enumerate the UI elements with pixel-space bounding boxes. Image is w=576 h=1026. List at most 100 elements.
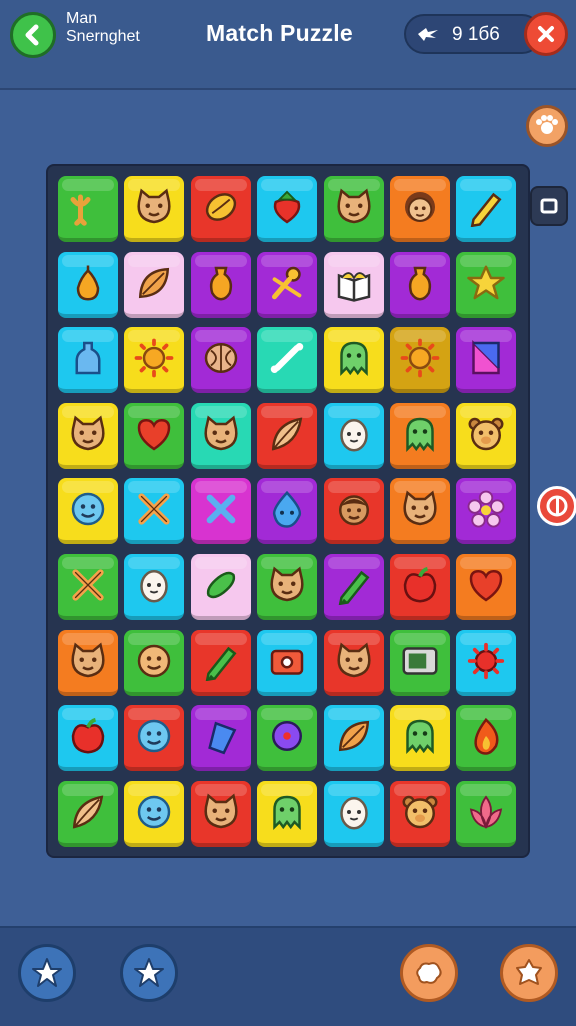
paw-button[interactable] <box>526 105 568 147</box>
star-button-2[interactable] <box>120 944 178 1002</box>
bear-face-icon <box>468 417 504 451</box>
tile-ghost-r3c5[interactable] <box>323 327 384 394</box>
tile-girl-face-r1c6[interactable] <box>390 176 450 242</box>
tile-egg-face-r9c5[interactable] <box>323 780 384 847</box>
boy-face-icon <box>338 495 369 526</box>
tile-ghost-r8c6[interactable] <box>390 705 450 772</box>
smile-face-icon <box>71 493 105 526</box>
tile-smile-face-r9c2[interactable] <box>124 780 185 847</box>
tile-cat-face-r4c3[interactable] <box>190 402 251 469</box>
bottle-icon <box>75 341 101 375</box>
tile-cat-face-r6c4[interactable] <box>257 554 318 620</box>
treat-button-2[interactable] <box>500 944 558 1002</box>
tile-trident-r1c1[interactable] <box>58 176 118 242</box>
tile-drop-face-r5c4[interactable] <box>257 478 318 545</box>
tile-apple-r6c6[interactable] <box>390 554 450 620</box>
tile-heart-r4c2[interactable] <box>124 402 185 469</box>
flame-icon <box>474 718 499 755</box>
tile-cross-r6c1[interactable] <box>58 554 118 620</box>
tile-lotus-r9c7[interactable] <box>456 780 517 847</box>
tile-apple-r8c1[interactable] <box>58 705 118 772</box>
tile-ruler-r3c7[interactable] <box>456 327 517 394</box>
tile-walnut-r3c3[interactable] <box>190 327 251 394</box>
tile-bone-cross-r5c3[interactable] <box>190 478 251 545</box>
tile-leaf-r2c2[interactable] <box>124 251 185 318</box>
tile-egg-face-r4c5[interactable] <box>323 402 384 469</box>
tile-egg-face-r6c2[interactable] <box>124 554 185 620</box>
tile-feather-r9c1[interactable] <box>58 780 118 847</box>
tile-flower-r5c7[interactable] <box>456 478 517 545</box>
tile-camera-r7c4[interactable] <box>257 629 318 696</box>
ghost-icon <box>339 341 368 377</box>
tile-vase-r2c6[interactable] <box>390 251 450 318</box>
tile-ghost-r4c6[interactable] <box>390 402 450 469</box>
tile-cat-face-r9c3[interactable] <box>190 780 251 847</box>
pin-icon <box>272 266 302 299</box>
tile-pear-r2c1[interactable] <box>58 251 118 318</box>
tile-smile-face-r8c2[interactable] <box>124 705 185 772</box>
tile-bear-face-r9c6[interactable] <box>390 780 450 847</box>
ghost-icon <box>273 795 301 830</box>
tile-star-r2c7[interactable] <box>456 251 517 318</box>
puzzle-board <box>48 166 528 856</box>
tile-bear-face-r4c7[interactable] <box>456 402 517 469</box>
score-display: 9 1б6 <box>404 14 542 54</box>
tile-ghost-r9c4[interactable] <box>257 780 318 847</box>
close-button[interactable] <box>524 12 568 56</box>
tile-lemon-r1c3[interactable] <box>190 176 251 242</box>
tile-cat-face-r1c2[interactable] <box>124 176 185 242</box>
tile-crayon-r6c5[interactable] <box>323 554 384 620</box>
back-arrow-icon <box>25 24 39 46</box>
feather-icon <box>72 795 104 829</box>
tile-sun-r3c2[interactable] <box>124 327 185 394</box>
tile-strawberry-r1c4[interactable] <box>257 176 318 242</box>
tile-jar-r8c3[interactable] <box>190 705 251 772</box>
square-button[interactable] <box>530 186 568 226</box>
smile-face-icon <box>138 795 171 829</box>
tile-crayon-r7c3[interactable] <box>190 629 251 696</box>
star-icon <box>467 265 506 299</box>
tile-round-face-r7c2[interactable] <box>124 629 185 696</box>
tile-cat-face-r4c1[interactable] <box>58 402 118 469</box>
tile-orb-r8c4[interactable] <box>257 705 318 772</box>
close-icon <box>538 26 554 42</box>
ruler-icon <box>472 340 501 375</box>
camera-icon <box>270 649 304 675</box>
tile-heart-r6c7[interactable] <box>456 554 517 620</box>
tile-cat-face-r7c1[interactable] <box>58 629 118 696</box>
lemon-icon <box>205 193 236 221</box>
tile-cross-r5c2[interactable] <box>124 478 185 545</box>
cat-face-icon <box>403 490 437 526</box>
tile-pencil-r1c7[interactable] <box>456 176 517 242</box>
strawberry-icon <box>273 190 301 224</box>
tile-bone-r3c4[interactable] <box>257 327 318 394</box>
tile-cat-face-r7c5[interactable] <box>323 629 384 696</box>
back-button[interactable] <box>10 12 56 58</box>
tile-leaf-r8c5[interactable] <box>323 705 384 772</box>
tile-book-r2c5[interactable] <box>323 251 384 318</box>
tile-virus-r7c7[interactable] <box>456 629 517 696</box>
tile-boy-face-r5c5[interactable] <box>323 478 384 545</box>
tile-bottle-r3c1[interactable] <box>58 327 118 394</box>
tile-cat-face-r1c5[interactable] <box>323 176 384 242</box>
orb-icon <box>272 721 303 752</box>
walnut-icon <box>204 343 238 374</box>
tile-flame-r8c7[interactable] <box>456 705 517 772</box>
tile-sun-r3c6[interactable] <box>390 327 450 394</box>
vase-icon <box>408 266 432 301</box>
tile-tv-r7c6[interactable] <box>390 629 450 696</box>
target-button[interactable] <box>537 486 576 526</box>
cookie-icon <box>416 962 442 984</box>
round-face-icon <box>138 644 171 677</box>
treat-button-1[interactable] <box>400 944 458 1002</box>
leaf-icon <box>338 721 369 752</box>
tile-feather-r4c4[interactable] <box>257 402 318 469</box>
tile-pin-r2c4[interactable] <box>257 251 318 318</box>
tile-smile-face-r5c1[interactable] <box>58 478 118 545</box>
star-button-1[interactable] <box>18 944 76 1002</box>
tile-pickle-r6c3[interactable] <box>190 554 251 620</box>
tile-cat-face-r5c6[interactable] <box>390 478 450 545</box>
tile-vase-r2c3[interactable] <box>190 251 251 318</box>
egg-face-icon <box>339 418 368 452</box>
cat-face-icon <box>71 415 105 451</box>
